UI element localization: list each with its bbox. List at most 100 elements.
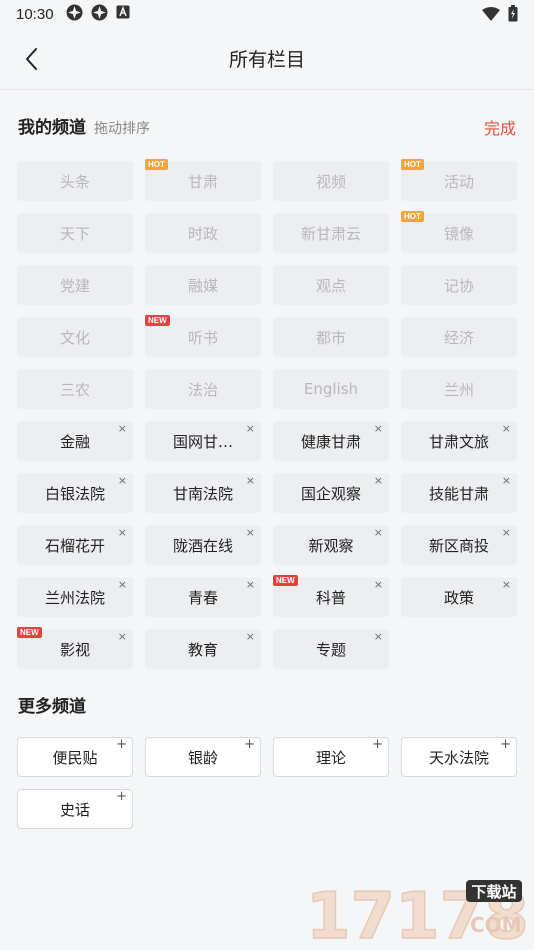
remove-icon[interactable]: × xyxy=(374,527,383,539)
remove-icon[interactable]: × xyxy=(246,631,255,643)
channel-chip[interactable]: 新观察 × xyxy=(273,525,389,565)
wifi-icon xyxy=(482,6,500,25)
add-icon[interactable]: + xyxy=(500,738,511,752)
channel-chip[interactable]: 兰州 xyxy=(401,369,517,409)
channel-chip[interactable]: 甘肃文旅 × xyxy=(401,421,517,461)
channel-label: 专题 xyxy=(315,640,346,659)
hot-badge: HOT xyxy=(401,211,424,222)
status-time: 10:30 xyxy=(16,5,54,23)
channel-chip[interactable]: 融媒 xyxy=(145,265,261,305)
channel-chip[interactable]: HOT 活动 xyxy=(401,159,517,201)
add-icon[interactable]: + xyxy=(116,790,127,804)
channel-label: 陇酒在线 xyxy=(172,536,233,555)
channel-chip[interactable]: 青春 × xyxy=(145,577,261,617)
channel-chip[interactable]: 理论 + xyxy=(273,737,389,777)
channel-chip[interactable]: 新甘肃云 xyxy=(273,213,389,253)
remove-icon[interactable]: × xyxy=(246,423,255,435)
channel-chip[interactable]: 视频 xyxy=(273,161,389,201)
watermark-suffix: COM xyxy=(470,913,522,937)
channel-label: 国网甘… xyxy=(172,432,233,451)
remove-icon[interactable]: × xyxy=(246,579,255,591)
back-button[interactable] xyxy=(16,44,46,74)
channel-chip[interactable]: 时政 xyxy=(145,213,261,253)
channel-chip[interactable]: 陇酒在线 × xyxy=(145,525,261,565)
channel-chip[interactable]: 史话 + xyxy=(17,789,133,829)
channel-chip[interactable]: 新区商投 × xyxy=(401,525,517,565)
channel-chip[interactable]: 党建 xyxy=(17,265,133,305)
channel-chip[interactable]: 头条 xyxy=(17,161,133,201)
channel-label: 时政 xyxy=(187,224,218,243)
remove-icon[interactable]: × xyxy=(118,631,127,643)
channel-label: 镜像 xyxy=(443,224,474,243)
channel-label: 甘肃 xyxy=(187,172,218,191)
remove-icon[interactable]: × xyxy=(374,631,383,643)
remove-icon[interactable]: × xyxy=(246,527,255,539)
channel-chip[interactable]: NEW 听书 xyxy=(145,315,261,357)
chevron-left-icon xyxy=(26,48,37,70)
channel-chip[interactable]: NEW 科普 × xyxy=(273,575,389,617)
channel-label: 活动 xyxy=(443,172,474,191)
channel-label: 影视 xyxy=(59,640,90,659)
channel-chip[interactable]: 石榴花开 × xyxy=(17,525,133,565)
remove-icon[interactable]: × xyxy=(502,475,511,487)
remove-icon[interactable]: × xyxy=(118,527,127,539)
channel-label: 新区商投 xyxy=(428,536,489,555)
remove-icon[interactable]: × xyxy=(246,475,255,487)
channel-chip[interactable]: 金融 × xyxy=(17,421,133,461)
channel-chip[interactable]: 兰州法院 × xyxy=(17,577,133,617)
remove-icon[interactable]: × xyxy=(118,579,127,591)
channel-chip[interactable]: HOT 镜像 xyxy=(401,211,517,253)
channel-chip[interactable]: 天水法院 + xyxy=(401,737,517,777)
channel-label: 法治 xyxy=(187,380,218,399)
channel-label: 教育 xyxy=(187,640,218,659)
add-icon[interactable]: + xyxy=(244,738,255,752)
channel-chip[interactable]: 观点 xyxy=(273,265,389,305)
channel-chip[interactable]: 文化 xyxy=(17,317,133,357)
channel-chip[interactable]: 记协 xyxy=(401,265,517,305)
channel-label: 党建 xyxy=(59,276,90,295)
channel-chip[interactable]: 政策 × xyxy=(401,577,517,617)
remove-icon[interactable]: × xyxy=(502,579,511,591)
channel-chip[interactable]: 经济 xyxy=(401,317,517,357)
channel-label: 便民贴 xyxy=(52,748,98,767)
channel-label: 甘南法院 xyxy=(172,484,233,503)
channel-chip[interactable]: NEW 影视 × xyxy=(17,627,133,669)
channel-chip[interactable]: 三农 xyxy=(17,369,133,409)
channel-label: 金融 xyxy=(59,432,90,451)
channel-label: 理论 xyxy=(315,748,346,767)
remove-icon[interactable]: × xyxy=(374,579,383,591)
done-button[interactable]: 完成 xyxy=(484,115,516,139)
channel-chip[interactable]: 专题 × xyxy=(273,629,389,669)
watermark-badge: 下载站 xyxy=(471,883,516,901)
channel-chip[interactable]: 国企观察 × xyxy=(273,473,389,513)
channel-label: 兰州 xyxy=(443,380,474,399)
remove-icon[interactable]: × xyxy=(502,423,511,435)
channel-chip[interactable]: 技能甘肃 × xyxy=(401,473,517,513)
channel-label: 头条 xyxy=(59,172,90,191)
remove-icon[interactable]: × xyxy=(374,475,383,487)
add-icon[interactable]: + xyxy=(116,738,127,752)
remove-icon[interactable]: × xyxy=(502,527,511,539)
channel-chip[interactable]: 都市 xyxy=(273,317,389,357)
remove-icon[interactable]: × xyxy=(118,423,127,435)
channel-chip[interactable]: 银龄 + xyxy=(145,737,261,777)
channel-label: 听书 xyxy=(187,328,218,347)
channel-label: 文化 xyxy=(59,328,90,347)
channel-chip[interactable]: 天下 xyxy=(17,213,133,253)
channel-label: 天下 xyxy=(59,224,90,243)
remove-icon[interactable]: × xyxy=(374,423,383,435)
remove-icon[interactable]: × xyxy=(118,475,127,487)
channel-chip[interactable]: 便民贴 + xyxy=(17,737,133,777)
add-icon[interactable]: + xyxy=(372,738,383,752)
channel-chip[interactable]: 甘南法院 × xyxy=(145,473,261,513)
channel-chip[interactable]: 健康甘肃 × xyxy=(273,421,389,461)
channel-chip[interactable]: 教育 × xyxy=(145,629,261,669)
channel-chip[interactable]: 法治 xyxy=(145,369,261,409)
app-notification-icon xyxy=(66,4,83,25)
channel-chip[interactable]: 国网甘… × xyxy=(145,421,261,461)
channel-chip[interactable]: English xyxy=(273,369,389,409)
status-bar: 10:30 xyxy=(0,0,534,28)
channel-chip[interactable]: 白银法院 × xyxy=(17,473,133,513)
channel-chip[interactable]: HOT 甘肃 xyxy=(145,159,261,201)
top-bar: 所有栏目 xyxy=(0,28,534,90)
